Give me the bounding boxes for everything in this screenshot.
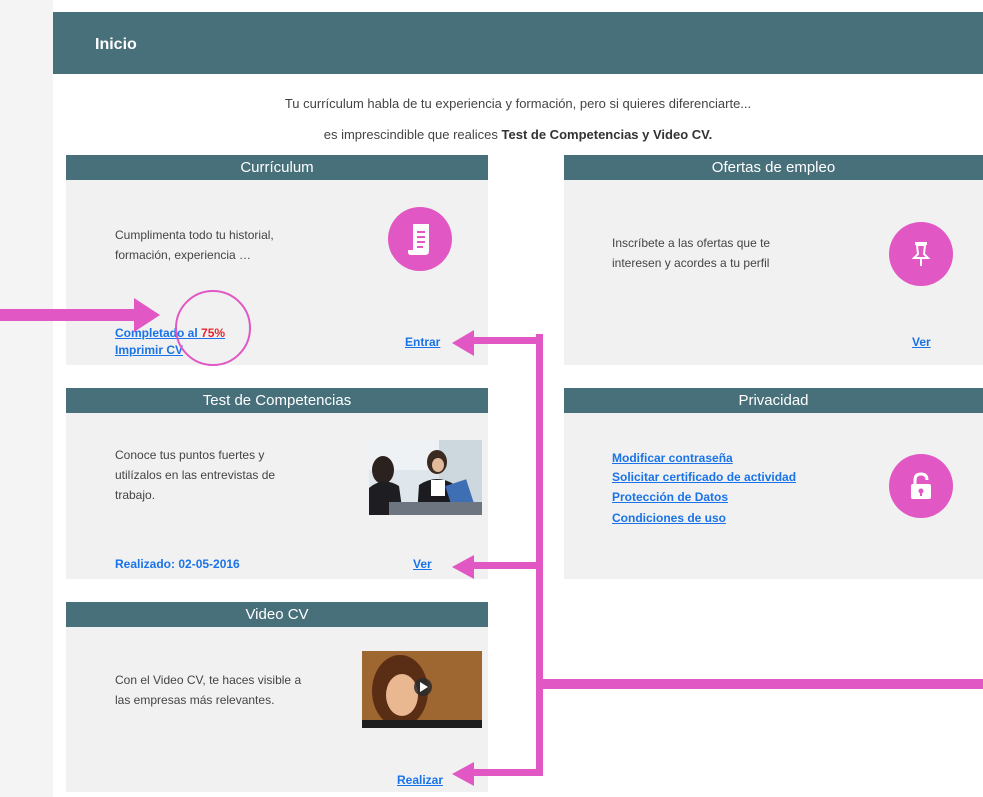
curriculum-enter-link[interactable]: Entrar [405, 335, 440, 349]
intro-line-2-bold: Test de Competencias y Video CV. [501, 127, 713, 142]
competency-test-card: Test de Competencias Conoce tus puntos f… [66, 388, 488, 579]
video-cv-description-line-2: las empresas más relevantes. [115, 693, 275, 707]
job-offers-description: Inscríbete a las ofertas que te interese… [612, 233, 770, 273]
activity-certificate-link[interactable]: Solicitar certificado de actividad [612, 470, 796, 484]
intro-line-2: es imprescindible que realices Test de C… [53, 127, 983, 142]
video-cv-record-link[interactable]: Realizar [397, 773, 443, 787]
terms-of-use-link[interactable]: Condiciones de uso [612, 511, 726, 525]
document-scroll-icon [388, 207, 452, 271]
change-password-link[interactable]: Modificar contraseña [612, 451, 733, 465]
privacy-card: Privacidad Modificar contraseña Solicita… [564, 388, 983, 579]
video-cv-description-line-1: Con el Video CV, te haces visible a [115, 673, 302, 687]
job-offers-description-line-1: Inscríbete a las ofertas que te [612, 236, 771, 250]
test-completed-status: Realizado: 02-05-2016 [115, 557, 240, 571]
privacy-card-title: Privacidad [564, 388, 983, 413]
page-header: Inicio [53, 12, 983, 74]
print-cv-link[interactable]: Imprimir CV [115, 343, 183, 357]
job-offers-description-line-2: interesen y acordes a tu perfil [612, 256, 770, 270]
curriculum-description-line-1: Cumplimenta todo tu historial, [115, 228, 274, 242]
left-gutter [0, 0, 53, 797]
job-offers-view-link[interactable]: Ver [912, 335, 931, 349]
competency-test-description-line-2: utilízalos en las entrevistas de [115, 468, 276, 482]
competency-test-description: Conoce tus puntos fuertes y utilízalos e… [115, 445, 275, 505]
video-cv-description: Con el Video CV, te haces visible a las … [115, 670, 301, 710]
curriculum-description: Cumplimenta todo tu historial, formación… [115, 225, 274, 265]
competency-test-description-line-3: trabajo. [115, 488, 156, 502]
intro-line-2-text: es imprescindible que realices [323, 127, 502, 142]
completion-label: Completado al [115, 326, 202, 340]
pushpin-icon [889, 222, 953, 286]
interview-photo [369, 440, 482, 515]
job-offers-card: Ofertas de empleo Inscríbete a las ofert… [564, 155, 983, 365]
completion-percent: 75% [201, 326, 226, 340]
curriculum-description-line-2: formación, experiencia … [115, 248, 252, 262]
intro-line-1: Tu currículum habla de tu experiencia y … [284, 96, 752, 111]
unlocked-padlock-icon [889, 454, 953, 518]
video-cv-card: Video CV Con el Video CV, te haces visib… [66, 602, 488, 792]
competency-test-card-title: Test de Competencias [66, 388, 488, 413]
page-title: Inicio [95, 36, 137, 53]
job-offers-card-title: Ofertas de empleo [564, 155, 983, 180]
curriculum-completion-link[interactable]: Completado al 75% [115, 326, 225, 340]
data-protection-link[interactable]: Protección de Datos [612, 490, 728, 504]
test-view-link[interactable]: Ver [413, 557, 432, 571]
video-cv-card-title: Video CV [66, 602, 488, 627]
competency-test-description-line-1: Conoce tus puntos fuertes y [115, 448, 265, 462]
curriculum-card-title: Currículum [66, 155, 488, 180]
curriculum-card: Currículum Cumplimenta todo tu historial… [66, 155, 488, 365]
video-thumbnail[interactable] [362, 651, 482, 728]
